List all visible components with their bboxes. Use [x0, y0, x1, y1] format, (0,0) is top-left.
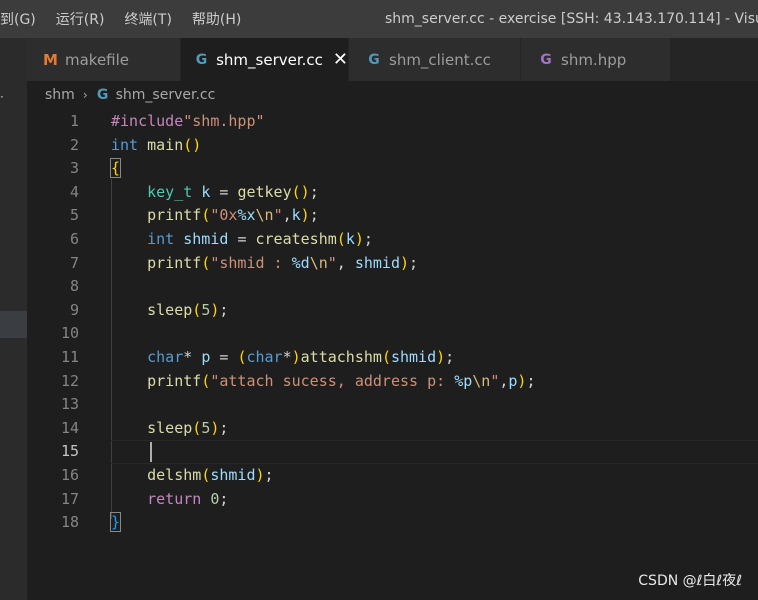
tab-shm-hpp[interactable]: G shm.hpp [521, 38, 671, 81]
code-line[interactable]: 8 [27, 275, 758, 299]
code-line[interactable]: 14 sleep(5); [27, 417, 758, 441]
line-number: 14 [60, 418, 79, 437]
tab-bar: M makefile G shm_server.cc ✕ G shm_clien… [27, 38, 758, 81]
line-number: 6 [69, 230, 79, 248]
code-line[interactable]: 5 printf("0x%x\n",k); [27, 204, 758, 228]
cpp-file-icon: G [368, 51, 380, 68]
code-editor[interactable]: 1 #include"shm.hpp" 2 int main() 3{4 key_t k… [27, 109, 758, 600]
code-line[interactable]: 9 sleep(5); [27, 299, 758, 323]
breadcrumb-file[interactable]: shm_server.cc [116, 87, 216, 103]
cpp-file-icon: G [96, 87, 109, 103]
code-line[interactable]: 12 printf("attach sucess, address p: %p\… [27, 370, 758, 394]
cpp-file-icon: G [195, 51, 208, 68]
line-number: 2 [69, 135, 79, 154]
code-text: sleep(5); [147, 418, 229, 437]
line-number: 16 [60, 466, 79, 484]
title-bar: 到(G) 运行(R) 终端(T) 帮助(H) shm_server.cc - e… [0, 0, 758, 38]
tab-label: shm.hpp [561, 50, 627, 69]
code-text: key_t k = getkey(); [147, 182, 319, 201]
line-number: 1 [69, 112, 79, 130]
hpp-file-icon: G [540, 51, 552, 68]
code-text: int shmid = createshm(k); [147, 230, 373, 248]
line-number: 3 [69, 159, 79, 178]
menu-run[interactable]: 运行(R) [56, 9, 105, 29]
code-line[interactable]: 18} [27, 511, 758, 535]
chevron-right-icon: › [82, 88, 88, 102]
line-number: 7 [69, 253, 79, 272]
makefile-icon: M [43, 50, 58, 69]
code-text: { [109, 158, 122, 179]
code-text: printf("0x%x\n",k); [147, 206, 319, 225]
tab-label: shm_client.cc [389, 50, 491, 69]
menu-goto[interactable]: 到(G) [0, 9, 36, 29]
code-line[interactable]: 2 int main() [27, 134, 758, 158]
code-line[interactable]: 3{ [27, 157, 758, 181]
code-text: printf("shmid : %d\n", shmid); [147, 253, 419, 272]
menu-terminal[interactable]: 终端(T) [124, 9, 171, 29]
code-line[interactable]: 16 delshm(shmid); [27, 464, 758, 488]
code-text: return 0; [147, 489, 229, 508]
code-text: delshm(shmid); [147, 466, 274, 484]
code-line[interactable]: 7 printf("shmid : %d\n", shmid); [27, 252, 758, 276]
line-number: 11 [60, 348, 79, 366]
code-text: } [109, 512, 122, 533]
current-line-highlight [111, 440, 758, 465]
line-number: 13 [60, 395, 79, 414]
activity-selected-item[interactable] [0, 311, 27, 338]
line-number: 15 [60, 442, 79, 461]
line-number: 4 [69, 182, 79, 201]
line-number: 8 [69, 277, 79, 296]
code-line[interactable]: 15 [27, 440, 758, 465]
menu-bar: 到(G) 运行(R) 终端(T) 帮助(H) [0, 0, 261, 38]
line-number: 5 [69, 206, 79, 225]
code-line[interactable]: 4 key_t k = getkey(); [27, 181, 758, 205]
line-number: 9 [69, 300, 79, 319]
tab-label: makefile [65, 50, 130, 69]
code-line[interactable]: 13 [27, 393, 758, 417]
tab-makefile[interactable]: M makefile [27, 38, 181, 81]
csdn-watermark: CSDN @ℓ白ℓ夜ℓ [638, 573, 742, 589]
code-line[interactable]: 1 #include"shm.hpp" [27, 110, 758, 134]
code-line[interactable]: 11 char* p = (char*)attachshm(shmid); [27, 346, 758, 370]
line-number: 18 [60, 513, 79, 532]
breadcrumb-folder[interactable]: shm [45, 87, 75, 103]
activity-bar: · [0, 38, 27, 600]
code-text: char* p = (char*)attachshm(shmid); [147, 348, 455, 366]
line-number: 10 [60, 324, 79, 343]
code-text: printf("attach sucess, address p: %p\n",… [147, 371, 536, 390]
menu-help[interactable]: 帮助(H) [192, 9, 241, 29]
line-number: 12 [60, 371, 79, 390]
code-text: sleep(5); [147, 300, 229, 319]
code-text: #include"shm.hpp" [111, 112, 265, 130]
line-number: 17 [60, 489, 79, 508]
tab-shm-server[interactable]: G shm_server.cc ✕ [181, 38, 349, 81]
activity-dot: · [0, 90, 4, 104]
tab-shm-client[interactable]: G shm_client.cc [349, 38, 521, 81]
text-cursor [150, 442, 152, 463]
close-icon[interactable]: ✕ [333, 49, 348, 70]
code-line[interactable]: 10 [27, 322, 758, 346]
breadcrumb: shm › G shm_server.cc [27, 81, 758, 109]
tab-label: shm_server.cc [216, 50, 323, 69]
code-text: int main() [111, 135, 202, 154]
code-line[interactable]: 6 int shmid = createshm(k); [27, 228, 758, 252]
code-line[interactable]: 17 return 0; [27, 488, 758, 512]
window-title: shm_server.cc - exercise [SSH: 43.143.17… [385, 11, 758, 27]
